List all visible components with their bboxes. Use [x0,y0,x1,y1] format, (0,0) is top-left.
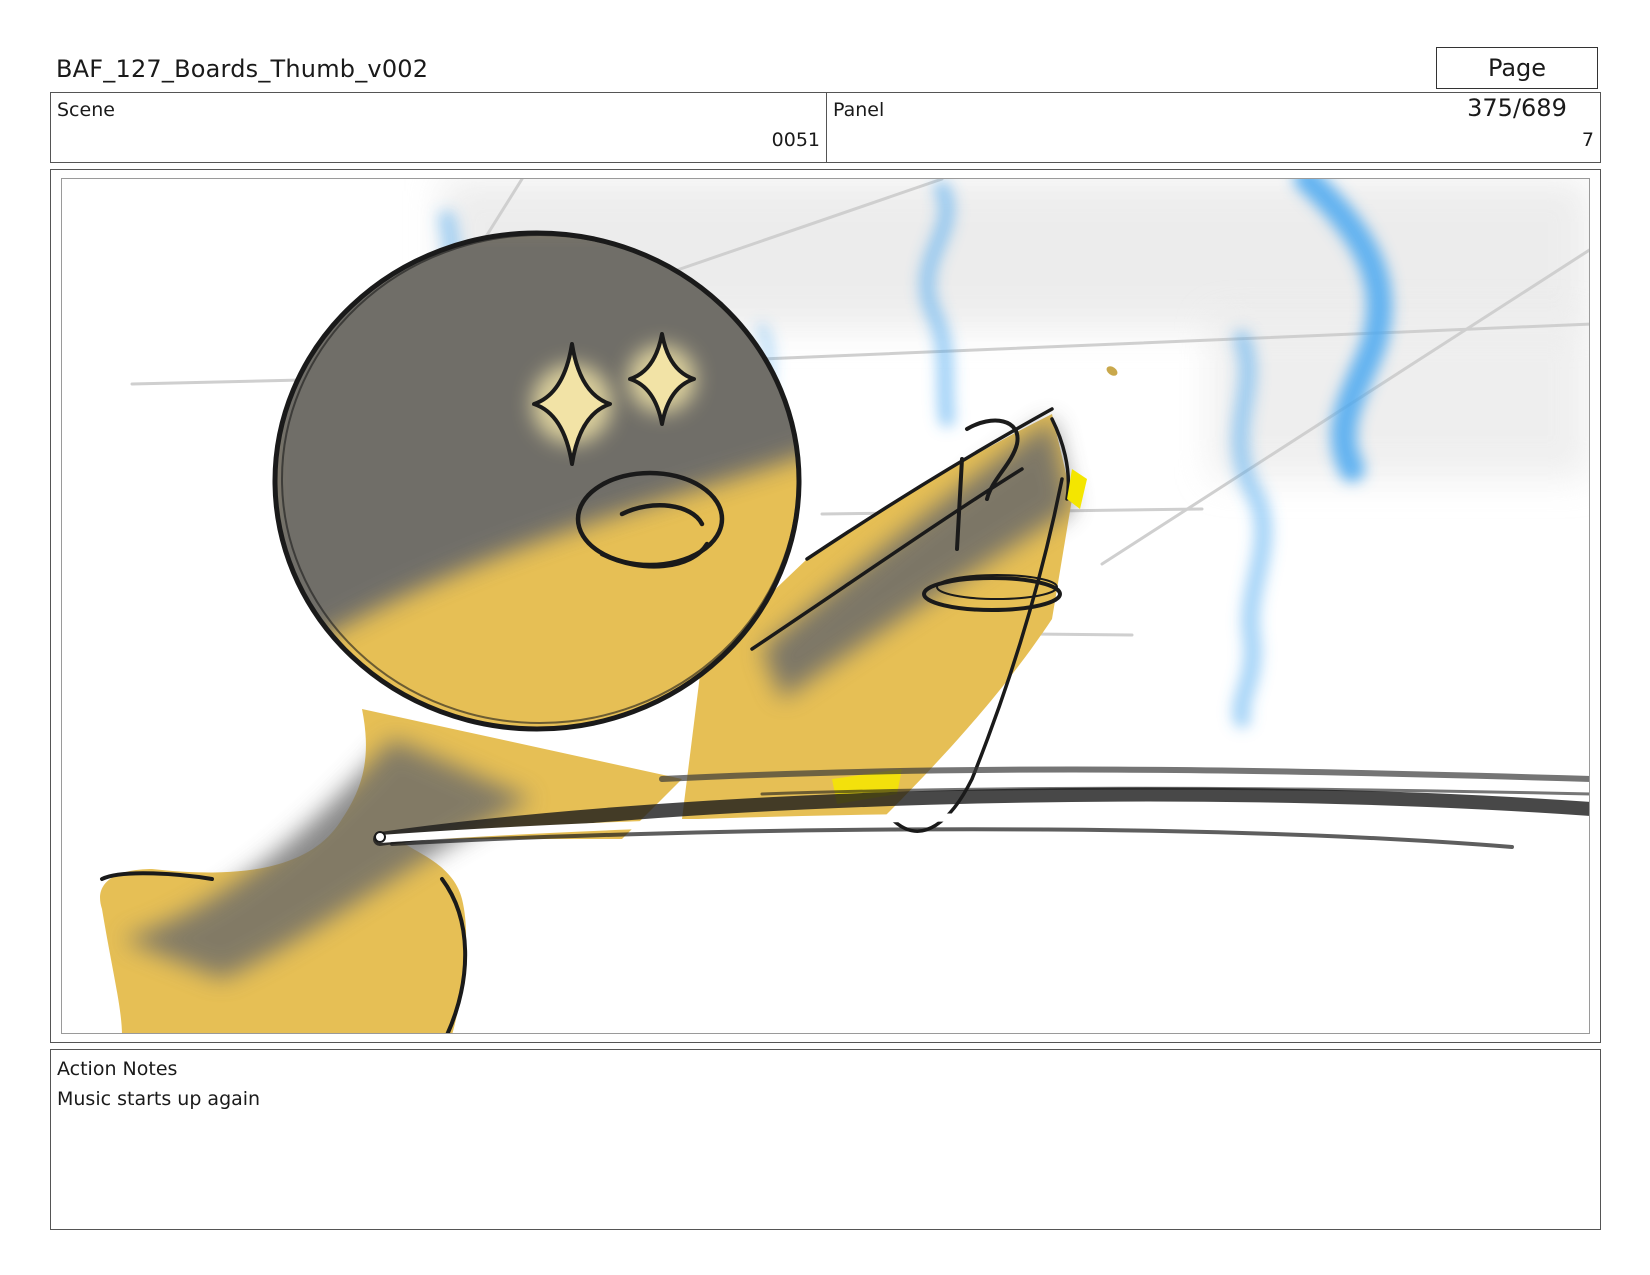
header-row: Scene 0051 Panel 7 [50,92,1601,163]
panel-number: 7 [1581,129,1594,151]
panel-label: Panel [833,99,885,121]
panel-cell: Panel 7 [827,93,1600,162]
action-notes-label: Action Notes [57,1058,178,1080]
page-counter: Page 375/689 [1436,47,1598,122]
storyboard-drawing [61,178,1590,1034]
scene-number: 0051 [771,129,820,151]
document-title: BAF_127_Boards_Thumb_v002 [56,55,429,83]
action-notes-box: Action Notes Music starts up again [50,1049,1601,1230]
storyboard-frame [50,169,1601,1043]
scene-label: Scene [57,99,115,121]
sketch-illustration [100,179,1589,1033]
debris-dot [1106,366,1118,376]
scene-cell: Scene 0051 [51,93,827,162]
action-notes-text: Music starts up again [57,1088,261,1110]
